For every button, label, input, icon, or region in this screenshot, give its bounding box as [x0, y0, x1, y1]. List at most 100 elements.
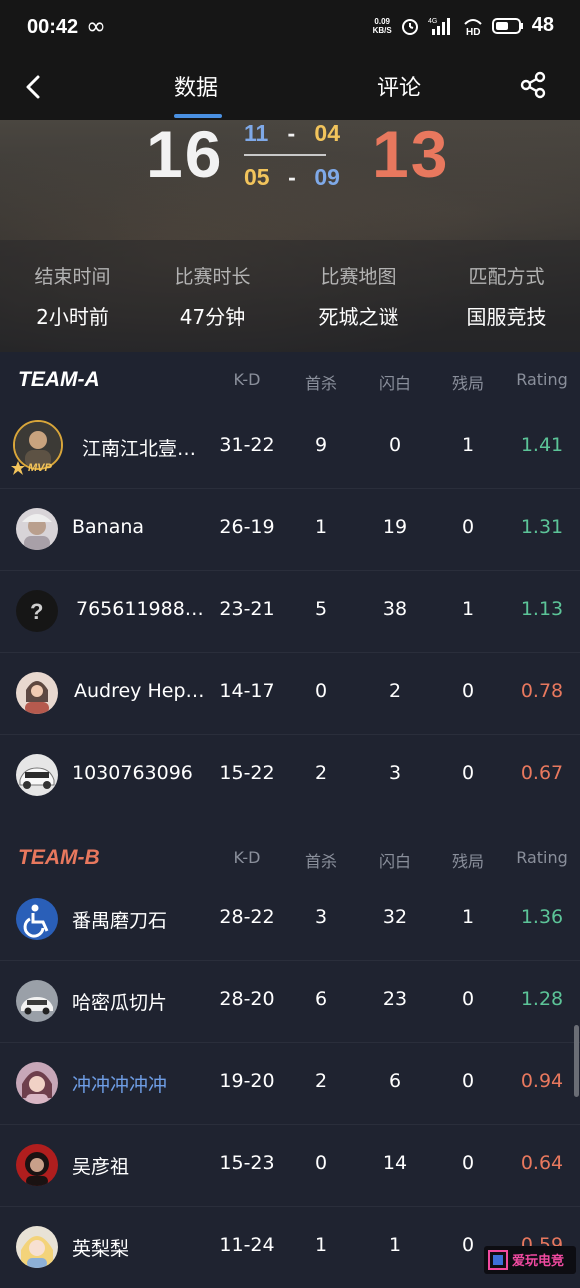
- avatar: [16, 672, 58, 714]
- svg-text:?: ?: [30, 599, 43, 624]
- player-name[interactable]: 吴彦祖: [72, 1152, 212, 1179]
- player-name[interactable]: 1030763096: [72, 762, 212, 784]
- player-name[interactable]: 哈密瓜切片: [72, 988, 212, 1015]
- watermark-logo: 爱玩电竞: [484, 1246, 576, 1274]
- player-clutch: 1: [461, 906, 475, 928]
- status-right: 0.09 KB/S 4G HD 48: [373, 14, 554, 37]
- battery-level: 48: [531, 14, 554, 36]
- player-row[interactable]: 哈密瓜切片 28-20 6 23 0 1.28: [0, 960, 580, 1043]
- player-row[interactable]: Audrey Hepb… 14-17 0 2 0 0.78: [0, 652, 580, 735]
- player-row[interactable]: Banana 26-19 1 19 0 1.31: [0, 488, 580, 571]
- player-name[interactable]: Audrey Hepb…: [74, 680, 210, 702]
- player-rating: 1.28: [520, 988, 564, 1010]
- first-half-sep: -: [287, 120, 296, 146]
- match-info: 结束时间 2小时前 比赛时长 47分钟 比赛地图 死城之谜 匹配方式 国服竞技: [0, 240, 580, 352]
- alarm-icon: [401, 18, 418, 35]
- col-first-kill: 首杀: [304, 374, 338, 393]
- info-duration: 比赛时长 47分钟: [140, 262, 285, 330]
- player-first-kill: 2: [314, 1070, 328, 1092]
- signal-icon: 4G: [428, 17, 450, 35]
- player-kd: 26-19: [219, 516, 275, 538]
- player-clutch: 1: [461, 598, 475, 620]
- player-first-kill: 5: [314, 598, 328, 620]
- net-speed: 0.09 KB/S: [373, 17, 392, 35]
- tab-active-indicator: [174, 114, 222, 118]
- player-row[interactable]: ? 7656119881… 23-21 5 38 1 1.13: [0, 570, 580, 653]
- player-kd: 23-21: [219, 598, 275, 620]
- match-hero: 16 11 - 04 05 - 09 13 结束时间 2小时前 比赛时长 47分…: [0, 120, 580, 352]
- player-first-kill: 2: [314, 762, 328, 784]
- player-row[interactable]: 吴彦祖 15-23 0 14 0 0.64: [0, 1124, 580, 1207]
- tab-comments[interactable]: 评论: [377, 70, 421, 102]
- svg-text:HD: HD: [466, 27, 480, 36]
- first-half-score: 11 - 04: [244, 120, 340, 147]
- player-kd: 15-23: [219, 1152, 275, 1174]
- player-first-kill: 1: [314, 516, 328, 538]
- player-clutch: 0: [461, 988, 475, 1010]
- player-clutch: 0: [461, 1070, 475, 1092]
- player-first-kill: 9: [314, 434, 328, 456]
- player-row[interactable]: MVP 江南江北壹… 31-22 9 0 1 1.41: [0, 406, 580, 489]
- status-time: 00:42: [27, 16, 79, 38]
- player-rating: 1.36: [520, 906, 564, 928]
- player-flash: 19: [382, 516, 408, 538]
- player-kd: 28-20: [219, 988, 275, 1010]
- player-row[interactable]: 冲冲冲冲冲 19-20 2 6 0 0.94: [0, 1042, 580, 1125]
- player-kd: 31-22: [219, 434, 275, 456]
- player-name[interactable]: 冲冲冲冲冲: [72, 1070, 212, 1097]
- player-flash: 23: [382, 988, 408, 1010]
- info-value: 2小时前: [36, 305, 109, 329]
- player-clutch: 0: [461, 762, 475, 784]
- player-first-kill: 0: [314, 680, 328, 702]
- team-b-score: 13: [372, 120, 450, 191]
- team-a-name: TEAM-A: [18, 368, 100, 391]
- second-half-sep: -: [288, 164, 296, 190]
- second-half-a: 05: [244, 164, 270, 190]
- player-row[interactable]: 番禺磨刀石 28-22 3 32 1 1.36: [0, 878, 580, 961]
- net-speed-value: 0.09: [374, 16, 390, 26]
- player-flash: 2: [388, 680, 402, 702]
- player-rating: 1.41: [520, 434, 564, 456]
- col-flash: 闪白: [378, 852, 412, 871]
- share-icon[interactable]: [518, 70, 548, 100]
- info-value: 国服竞技: [466, 305, 547, 329]
- watermark-text: 爱玩电竞: [512, 1254, 565, 1269]
- player-name[interactable]: 番禺磨刀石: [72, 906, 212, 933]
- player-flash: 0: [388, 434, 402, 456]
- battery-icon: [491, 17, 523, 34]
- avatar: [16, 754, 58, 796]
- player-rating: 0.64: [520, 1152, 564, 1174]
- player-flash: 14: [382, 1152, 408, 1174]
- mvp-star-icon: [11, 461, 25, 475]
- player-flash: 32: [382, 906, 408, 928]
- scrollbar[interactable]: [574, 1025, 579, 1097]
- player-name[interactable]: 7656119881…: [76, 598, 210, 620]
- second-half-score: 05 - 09: [244, 164, 340, 191]
- info-match-mode: 匹配方式 国服竞技: [434, 262, 579, 330]
- watermark-icon: [488, 1250, 508, 1270]
- player-name[interactable]: 英梨梨: [72, 1234, 212, 1261]
- player-first-kill: 0: [314, 1152, 328, 1174]
- avatar: [16, 1062, 58, 1104]
- first-half-b: 04: [314, 120, 340, 146]
- player-row[interactable]: 1030763096 15-22 2 3 0 0.67: [0, 734, 580, 816]
- network-type: 4G: [428, 18, 437, 25]
- net-speed-unit: KB/S: [372, 25, 392, 35]
- infinity-icon: ∞: [86, 12, 106, 40]
- info-label: 匹配方式: [468, 266, 545, 288]
- player-name[interactable]: Banana: [72, 516, 212, 538]
- col-flash: 闪白: [378, 374, 412, 393]
- tab-data[interactable]: 数据: [174, 70, 218, 102]
- player-kd: 14-17: [219, 680, 275, 702]
- nav-bar: 数据 评论: [0, 58, 580, 120]
- col-kd: K-D: [233, 848, 261, 867]
- player-rating: 1.13: [520, 598, 564, 620]
- player-kd: 19-20: [219, 1070, 275, 1092]
- player-name[interactable]: 江南江北壹…: [82, 434, 210, 461]
- player-kd: 11-24: [219, 1234, 275, 1256]
- col-clutch: 残局: [451, 852, 485, 871]
- avatar: [16, 508, 58, 550]
- team-a-score: 16: [146, 120, 224, 191]
- back-icon[interactable]: [20, 72, 48, 102]
- info-map: 比赛地图 死城之谜: [286, 262, 431, 330]
